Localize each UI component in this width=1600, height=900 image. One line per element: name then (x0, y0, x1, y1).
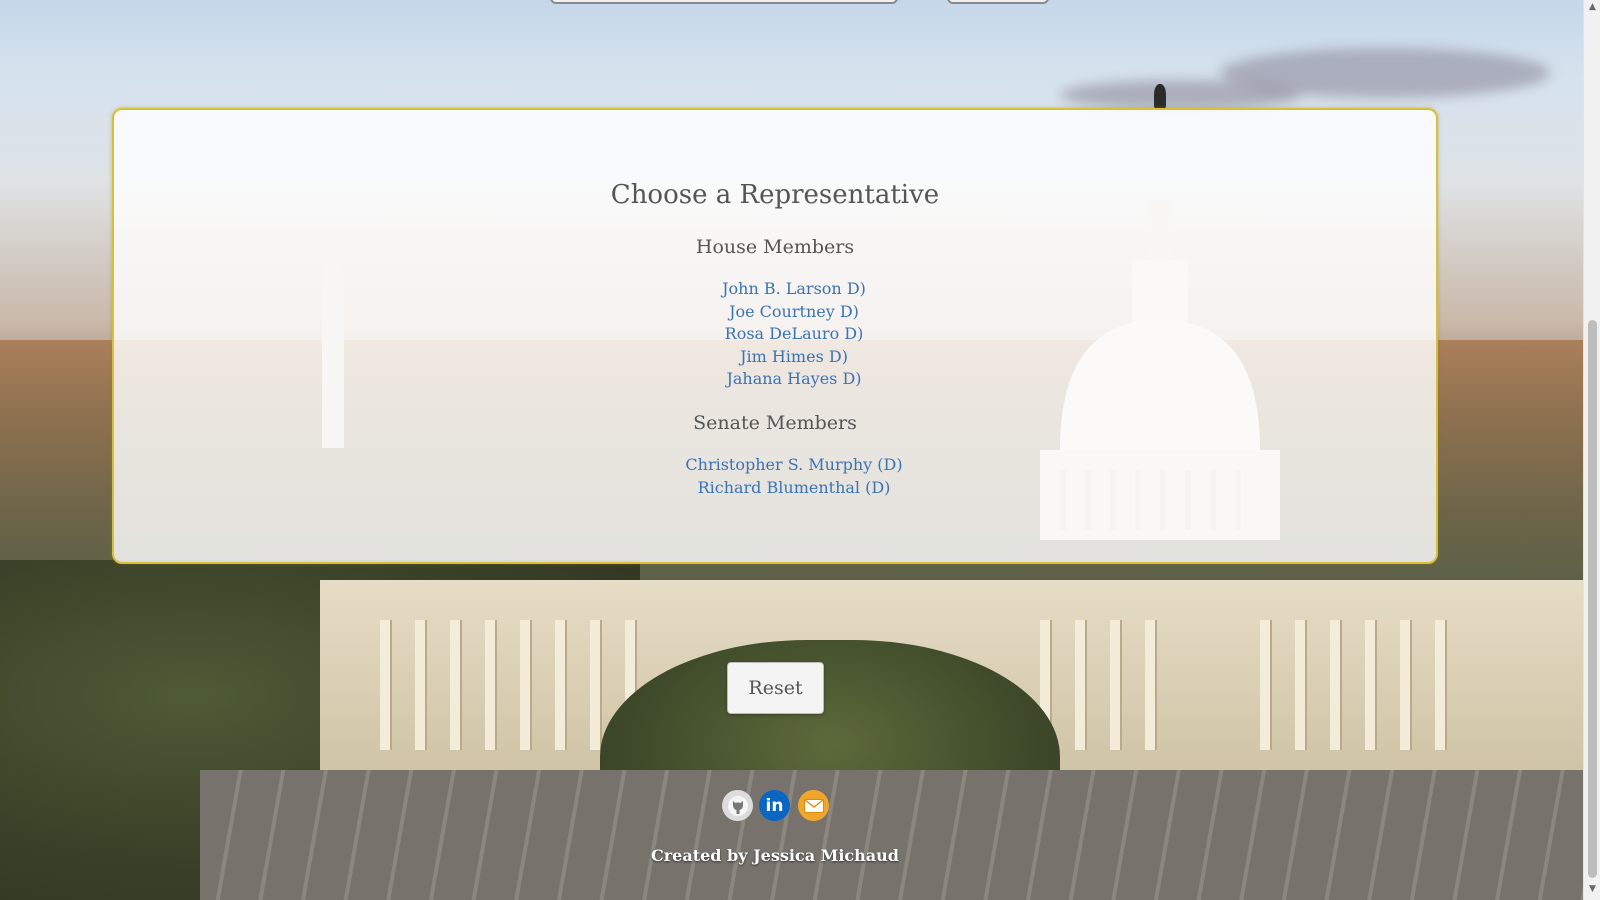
senate-member-link[interactable]: Richard Blumenthal (D) (152, 477, 1436, 500)
senate-member-link[interactable]: Christopher S. Murphy (D) (152, 454, 1436, 477)
page-scrollbar[interactable]: ▲ ▼ (1583, 0, 1600, 900)
house-member-link[interactable]: John B. Larson D) (152, 278, 1436, 301)
email-icon[interactable] (798, 790, 829, 821)
scroll-up-icon[interactable]: ▲ (1587, 2, 1598, 12)
reset-button[interactable]: Reset (727, 662, 824, 714)
top-partial-input[interactable] (550, 0, 898, 4)
senate-heading: Senate Members (693, 412, 857, 434)
representative-card: Choose a Representative House Members Jo… (112, 108, 1438, 564)
house-member-link[interactable]: Jim Himes D) (152, 346, 1436, 369)
linkedin-icon-text: in (765, 795, 784, 816)
linkedin-icon[interactable]: in (759, 790, 790, 821)
footer-credit: Created by Jessica Michaud (651, 846, 899, 865)
top-partial-button[interactable] (947, 0, 1049, 4)
house-member-link[interactable]: Rosa DeLauro D) (152, 323, 1436, 346)
senate-member-list: Christopher S. Murphy (D) Richard Blumen… (114, 454, 1436, 499)
house-member-link[interactable]: Joe Courtney D) (152, 301, 1436, 324)
house-heading: House Members (695, 236, 855, 258)
scroll-down-icon[interactable]: ▼ (1587, 884, 1598, 894)
github-icon[interactable] (722, 790, 753, 821)
house-member-list: John B. Larson D) Joe Courtney D) Rosa D… (114, 278, 1436, 391)
scrollbar-thumb[interactable] (1588, 320, 1597, 878)
house-member-link[interactable]: Jahana Hayes D) (152, 368, 1436, 391)
card-title: Choose a Representative (610, 180, 940, 210)
